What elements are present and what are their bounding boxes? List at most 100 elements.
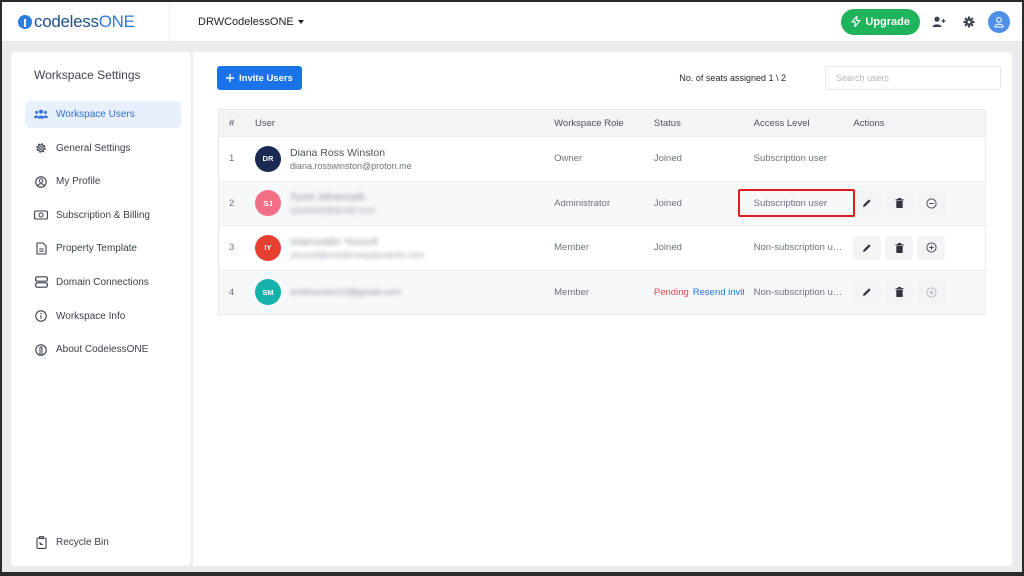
- sidebar-item-label: Property Template: [56, 243, 137, 255]
- remove-subscription-button[interactable]: [917, 191, 946, 216]
- workspace-role: Member: [554, 242, 589, 254]
- plus-circle-icon: [926, 242, 937, 253]
- top-bar: codelessONE DRWCodelessONE Upgrade: [2, 2, 1022, 42]
- invite-users-button[interactable]: Invite Users: [217, 66, 302, 90]
- table-row: 1 DR Diana Ross Winston diana.rosswinsto…: [219, 136, 985, 181]
- access-level[interactable]: Subscription user: [744, 198, 844, 209]
- settings-button[interactable]: [958, 11, 980, 33]
- workspace-role: Administrator: [554, 197, 611, 209]
- upgrade-button[interactable]: Upgrade: [841, 8, 920, 35]
- sidebar-item-my-profile[interactable]: My Profile: [25, 168, 181, 195]
- table-row: 3 IY Islamuddin Yousufi yousufi@moderneq…: [219, 225, 985, 270]
- workspace-selector[interactable]: DRWCodelessONE: [198, 16, 304, 28]
- status: Joined: [653, 197, 682, 209]
- sidebar-item-about-codelessone[interactable]: About CodelessONE: [25, 336, 181, 363]
- workspace-role: Member: [554, 286, 589, 298]
- table-row: 2 SJ Syed Jahanzaib sjsaibaib@gmail.com …: [219, 180, 985, 225]
- money-icon: [34, 208, 48, 222]
- add-subscription-button[interactable]: [917, 235, 946, 260]
- sidebar-item-workspace-info[interactable]: Workspace Info: [25, 303, 181, 330]
- logo-text-codeless: codeless: [34, 11, 99, 31]
- column-header-status: Status: [653, 117, 681, 129]
- pencil-icon: [863, 244, 871, 252]
- sidebar-item-domain-connections[interactable]: Domain Connections: [25, 269, 181, 296]
- sidebar-item-label: Workspace Info: [56, 310, 126, 322]
- trash-icon: [895, 287, 904, 298]
- user-name: Syed Jahanzaib: [289, 191, 365, 204]
- sidebar-item-label: General Settings: [56, 142, 131, 154]
- pencil-icon: [863, 288, 871, 297]
- sidebar-item-label: Workspace Users: [56, 109, 135, 120]
- user-cell: DR Diana Ross Winston diana.rosswinston@…: [245, 145, 544, 172]
- status: Joined: [653, 242, 682, 254]
- sidebar-item-label: Recycle Bin: [56, 537, 109, 548]
- top-right-actions: Upgrade: [841, 8, 1010, 35]
- edit-button[interactable]: [853, 235, 882, 260]
- delete-button[interactable]: [885, 235, 914, 260]
- caret-down-icon: [297, 19, 304, 24]
- plus-circle-icon: [926, 287, 937, 298]
- table-header: # User Workspace Role Status Access Leve…: [219, 110, 985, 136]
- access-level: Subscription user: [753, 153, 828, 165]
- trash-icon: [895, 242, 904, 253]
- actions-cell: [843, 280, 985, 305]
- column-header-user: User: [254, 117, 276, 129]
- column-header-workspace-role: Workspace Role: [554, 117, 624, 129]
- sidebar-item-subscription-billing[interactable]: Subscription & Billing: [25, 202, 181, 229]
- row-number: 3: [229, 242, 235, 254]
- column-header-actions: Actions: [853, 117, 885, 129]
- seats-assigned-text: No. of seats assigned 1 \ 2: [679, 73, 786, 83]
- status: Joined: [653, 153, 682, 165]
- user-cell: SJ Syed Jahanzaib sjsaibaib@gmail.com: [245, 190, 544, 217]
- avatar: IY: [254, 234, 281, 261]
- logo[interactable]: codelessONE: [18, 2, 170, 42]
- avatar: SJ: [254, 190, 281, 217]
- edit-button[interactable]: [853, 280, 882, 305]
- sidebar-item-label: Subscription & Billing: [56, 209, 150, 221]
- row-number: 1: [229, 153, 235, 165]
- user-cell: SM smkhurram12@gmail.com: [245, 279, 544, 306]
- document-icon: [34, 242, 48, 256]
- sidebar-item-property-template[interactable]: Property Template: [25, 235, 181, 262]
- table-row: 4 SM smkhurram12@gmail.com Member Pendin…: [219, 269, 985, 314]
- upgrade-label: Upgrade: [865, 15, 910, 28]
- sidebar-item-general-settings[interactable]: General Settings: [25, 135, 181, 162]
- row-number: 2: [229, 197, 235, 209]
- user-name: Islamuddin Yousufi: [289, 235, 378, 248]
- logo-text-one: ONE: [98, 11, 135, 31]
- lightning-icon: [851, 16, 861, 27]
- delete-button[interactable]: [885, 280, 914, 305]
- settings-sidebar: Workspace Settings Workspace Users Gener…: [11, 52, 191, 566]
- edit-button[interactable]: [853, 191, 882, 216]
- users-table: # User Workspace Role Status Access Leve…: [218, 109, 986, 315]
- server-icon: [34, 275, 48, 289]
- gear-icon: [34, 141, 48, 155]
- sidebar-item-label: My Profile: [56, 176, 101, 188]
- app-window: codelessONE DRWCodelessONE Upgrade Works…: [2, 2, 1022, 572]
- search-users-input[interactable]: [825, 66, 1001, 90]
- user-circle-icon: [34, 175, 48, 189]
- user-avatar-button[interactable]: [988, 10, 1010, 33]
- recycle-bin-icon: [34, 536, 48, 550]
- column-header-number: #: [229, 117, 235, 129]
- sidebar-item-label: Domain Connections: [56, 276, 149, 288]
- user-email: diana.rosswinston@proton.me: [289, 160, 412, 171]
- invite-users-label: Invite Users: [239, 72, 293, 84]
- user-email: yousufi@modernequipments.com: [289, 249, 425, 260]
- actions-cell: [843, 191, 985, 216]
- sidebar-item-workspace-users[interactable]: Workspace Users: [25, 101, 181, 128]
- users-icon: [34, 108, 48, 122]
- sidebar-item-recycle-bin[interactable]: Recycle Bin: [25, 529, 181, 556]
- pencil-icon: [863, 199, 871, 208]
- avatar: SM: [254, 279, 281, 306]
- codelessone-logo-icon: [34, 343, 48, 357]
- workspace-role: Owner: [554, 153, 583, 165]
- info-icon: [34, 309, 48, 323]
- user-cell: IY Islamuddin Yousufi yousufi@modernequi…: [245, 234, 544, 261]
- user-name: Diana Ross Winston: [289, 146, 386, 159]
- resend-invite-link[interactable]: Resend invite: [693, 287, 744, 298]
- plus-icon: [226, 74, 234, 82]
- delete-button[interactable]: [885, 191, 914, 216]
- sidebar-title: Workspace Settings: [34, 68, 141, 82]
- add-user-button[interactable]: [928, 11, 950, 33]
